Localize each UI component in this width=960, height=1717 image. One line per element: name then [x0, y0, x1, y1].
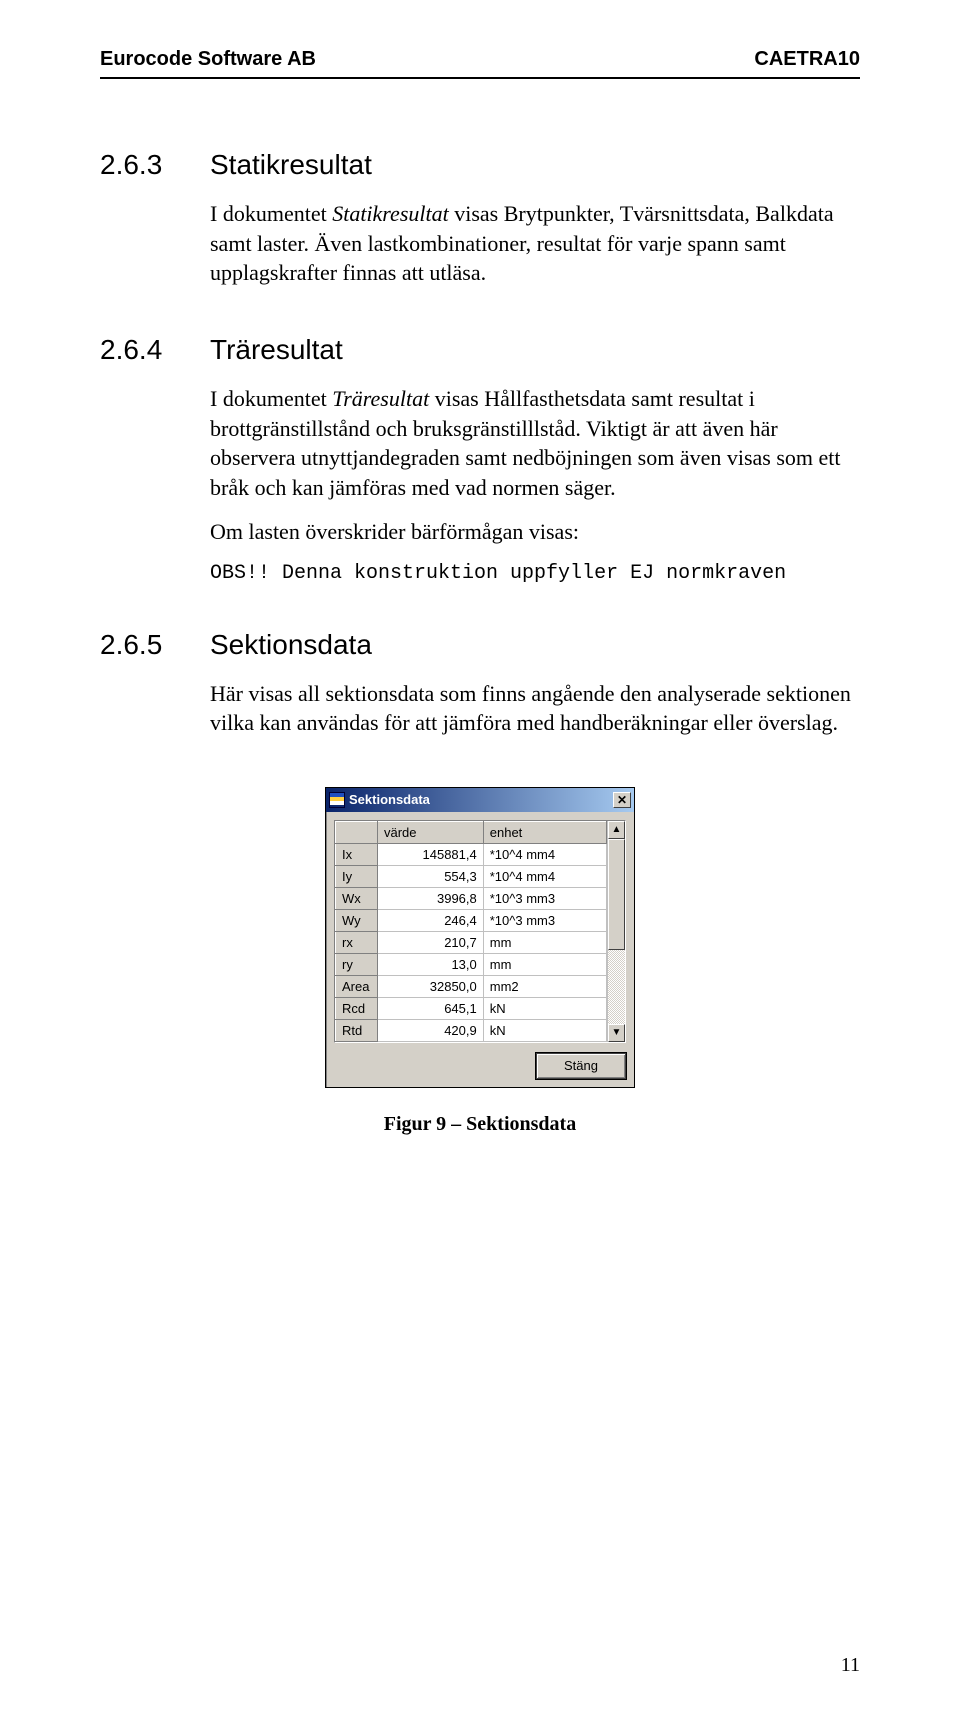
- row-name: Rcd: [336, 997, 378, 1019]
- section-264: 2.6.4 Träresultat I dokumentet Träresult…: [100, 334, 860, 596]
- dialog-title: Sektionsdata: [349, 792, 430, 807]
- section-number: 2.6.3: [100, 149, 210, 302]
- scrollbar-thumb[interactable]: [608, 839, 625, 950]
- close-button[interactable]: Stäng: [536, 1053, 626, 1079]
- row-name: Wx: [336, 887, 378, 909]
- row-value: 145881,4: [378, 843, 484, 865]
- row-unit: kN: [483, 1019, 606, 1041]
- row-name: Iy: [336, 865, 378, 887]
- scroll-up-icon[interactable]: ▲: [608, 821, 625, 839]
- close-icon[interactable]: ✕: [613, 792, 631, 808]
- dialog-titlebar[interactable]: Sektionsdata ✕: [326, 788, 634, 812]
- section-number: 2.6.5: [100, 629, 210, 752]
- row-value: 246,4: [378, 909, 484, 931]
- row-unit: *10^4 mm4: [483, 843, 606, 865]
- table-row: ry13,0mm: [336, 953, 607, 975]
- section-title: Träresultat: [210, 334, 860, 366]
- row-unit: kN: [483, 997, 606, 1019]
- row-value: 13,0: [378, 953, 484, 975]
- section-title: Statikresultat: [210, 149, 860, 181]
- row-value: 32850,0: [378, 975, 484, 997]
- figure-dialog-wrap: Sektionsdata ✕ värde enhet Ix145881,4*10…: [100, 787, 860, 1088]
- section-paragraph: I dokumentet Träresultat visas Hållfasth…: [210, 384, 860, 503]
- vertical-scrollbar[interactable]: ▲ ▼: [607, 821, 625, 1042]
- row-unit: mm2: [483, 975, 606, 997]
- grid-header-value: värde: [378, 821, 484, 843]
- table-row: Wy246,4*10^3 mm3: [336, 909, 607, 931]
- header-left: Eurocode Software AB: [100, 48, 316, 71]
- row-unit: mm: [483, 931, 606, 953]
- section-paragraph: I dokumentet Statikresultat visas Brytpu…: [210, 199, 860, 288]
- section-paragraph: Om lasten överskrider bärförmågan visas:: [210, 517, 860, 547]
- header-rule: [100, 77, 860, 79]
- section-title: Sektionsdata: [210, 629, 860, 661]
- table-row: Area32850,0mm2: [336, 975, 607, 997]
- table-row: Rcd645,1kN: [336, 997, 607, 1019]
- row-name: rx: [336, 931, 378, 953]
- row-value: 210,7: [378, 931, 484, 953]
- row-value: 420,9: [378, 1019, 484, 1041]
- dialog-window: Sektionsdata ✕ värde enhet Ix145881,4*10…: [325, 787, 635, 1088]
- grid-header-unit: enhet: [483, 821, 606, 843]
- section-265: 2.6.5 Sektionsdata Här visas all sektion…: [100, 629, 860, 752]
- figure-caption: Figur 9 – Sektionsdata: [100, 1113, 860, 1136]
- data-grid: värde enhet Ix145881,4*10^4 mm4Iy554,3*1…: [334, 820, 626, 1043]
- row-unit: *10^3 mm3: [483, 887, 606, 909]
- row-name: Area: [336, 975, 378, 997]
- row-value: 3996,8: [378, 887, 484, 909]
- row-unit: *10^3 mm3: [483, 909, 606, 931]
- page-number: 11: [841, 1654, 860, 1677]
- table-row: Wx3996,8*10^3 mm3: [336, 887, 607, 909]
- section-263: 2.6.3 Statikresultat I dokumentet Statik…: [100, 149, 860, 302]
- row-value: 645,1: [378, 997, 484, 1019]
- grid-corner: [336, 821, 378, 843]
- row-name: Rtd: [336, 1019, 378, 1041]
- table-row: rx210,7mm: [336, 931, 607, 953]
- section-paragraph: Här visas all sektionsdata som finns ang…: [210, 679, 860, 738]
- row-value: 554,3: [378, 865, 484, 887]
- code-warning-line: OBS!! Denna konstruktion uppfyller EJ no…: [210, 561, 860, 587]
- row-unit: *10^4 mm4: [483, 865, 606, 887]
- row-name: ry: [336, 953, 378, 975]
- scroll-down-icon[interactable]: ▼: [608, 1024, 625, 1042]
- header-right: CAETRA10: [754, 48, 860, 71]
- row-name: Wy: [336, 909, 378, 931]
- table-row: Ix145881,4*10^4 mm4: [336, 843, 607, 865]
- app-icon: [329, 792, 345, 808]
- table-row: Iy554,3*10^4 mm4: [336, 865, 607, 887]
- table-row: Rtd420,9kN: [336, 1019, 607, 1041]
- section-number: 2.6.4: [100, 334, 210, 596]
- row-unit: mm: [483, 953, 606, 975]
- row-name: Ix: [336, 843, 378, 865]
- scrollbar-track[interactable]: [608, 839, 625, 1024]
- page-header: Eurocode Software AB CAETRA10: [100, 48, 860, 71]
